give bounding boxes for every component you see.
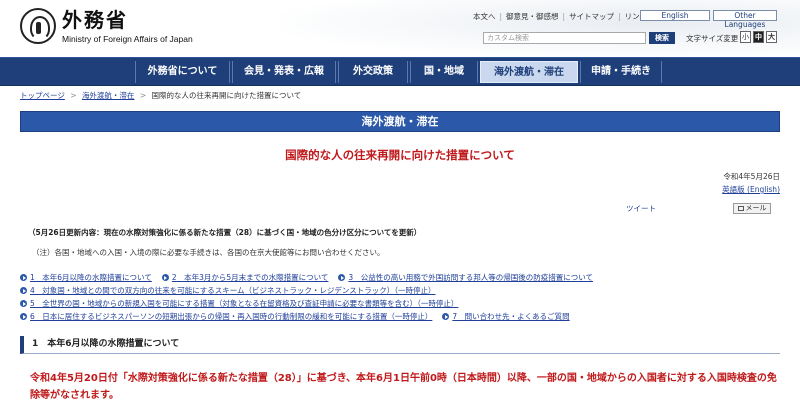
font-size-label: 文字サイズ変更 xyxy=(686,34,739,43)
english-version-link[interactable]: 英語版 (English) xyxy=(722,184,780,195)
site-logo[interactable]: 外務省 Ministry of Foreign Affairs of Japan xyxy=(20,8,193,44)
toc-link[interactable]: 7 問い合わせ先・よくあるご質問 xyxy=(442,311,570,322)
arrow-bullet-icon xyxy=(161,274,169,281)
toc-row: 5 全世界の国・地域からの新規入国を可能にする措置（対象となる在留資格及び査証申… xyxy=(20,298,468,309)
nav-countries-regions[interactable]: 国・地域 xyxy=(410,61,478,83)
mail-button[interactable]: メール xyxy=(733,203,771,214)
arrow-bullet-icon xyxy=(20,287,27,294)
nav-about-mofa[interactable]: 外務省について xyxy=(135,61,230,83)
publish-date: 令和4年5月26日 xyxy=(723,172,780,181)
breadcrumb-current: 国際的な人の往来再開に向けた措置について xyxy=(151,91,302,100)
update-note: （5月26日更新内容：現在の水際対策強化に係る新たな措置（28）に基づく国・地域… xyxy=(28,228,422,237)
breadcrumb-home-link[interactable]: トップページ xyxy=(20,91,65,100)
nav-foreign-policy[interactable]: 外交政策 xyxy=(338,61,408,83)
skip-to-content-link[interactable]: 本文へ xyxy=(473,11,496,22)
font-size-large-button[interactable]: 大 xyxy=(766,31,777,43)
arrow-bullet-icon xyxy=(20,274,27,281)
tweet-button[interactable]: ツイート xyxy=(626,203,656,214)
breadcrumb-section-link[interactable]: 海外渡航・滞在 xyxy=(82,91,135,100)
envelope-icon xyxy=(737,205,744,211)
arrow-bullet-icon xyxy=(442,313,450,320)
page-title: 国際的な人の往来再開に向けた措置について xyxy=(285,148,515,162)
section-banner: 海外渡航・滞在 xyxy=(20,111,780,132)
toc-link[interactable]: 4 対象国・地域との間での双方向の往来を可能にするスキーム（ビジネストラック・レ… xyxy=(20,285,436,296)
font-size-medium-button[interactable]: 中 xyxy=(753,31,764,43)
logo-japanese-text: 外務省 xyxy=(62,7,128,32)
feedback-link[interactable]: 御意見・御感想 xyxy=(506,11,559,22)
toc-row: 1 本年6月以降の水際措置について 2 本年3月から5月末までの水際措置について… xyxy=(20,272,603,283)
mofa-emblem-icon xyxy=(20,8,56,44)
toc-link[interactable]: 6 日本に居住するビジネスパーソンの短期出張からの帰国・再入国時の行動制限の緩和… xyxy=(20,311,432,322)
toc-row: 6 日本に居住するビジネスパーソンの短期出張からの帰国・再入国時の行動制限の緩和… xyxy=(20,311,580,322)
nav-press-releases[interactable]: 会見・発表・広報 xyxy=(232,61,336,83)
section-heading: 1 本年6月以降の水際措置について xyxy=(20,336,780,354)
search-button[interactable]: 検索 xyxy=(649,32,675,44)
nav-overseas-travel[interactable]: 海外渡航・滞在 xyxy=(480,61,578,83)
other-languages-button[interactable]: Other Languages xyxy=(713,10,777,29)
global-nav: 外務省について 会見・発表・広報 外交政策 国・地域 海外渡航・滞在 申請・手続… xyxy=(0,57,800,86)
header-world-map xyxy=(280,0,800,57)
utility-links: 本文へ | 御意見・御感想 | サイトマップ | リンク集 xyxy=(473,11,655,22)
breadcrumb: トップページ > 海外渡航・滞在 > 国際的な人の往来再開に向けた措置について xyxy=(20,91,302,100)
english-language-button[interactable]: English xyxy=(640,10,710,21)
arrow-bullet-icon xyxy=(20,300,27,307)
search-input[interactable]: カスタム検索 xyxy=(483,32,646,44)
nav-applications[interactable]: 申請・手続き xyxy=(580,61,662,83)
sitemap-link[interactable]: サイトマップ xyxy=(569,11,614,22)
toc-link[interactable]: 2 本年3月から5月末までの水際措置について xyxy=(161,272,328,283)
body-paragraph: 令和4年5月20日付「水際対策強化に係る新たな措置（28）」に基づき、本年6月1… xyxy=(30,373,777,401)
arrow-bullet-icon xyxy=(338,274,346,281)
contact-note: （注）各国・地域への入国・入境の際に必要な手続きは、各国の在京大使館等にお問い合… xyxy=(32,248,385,257)
toc-link[interactable]: 3 公益性の高い用務で外国訪問する邦人等の帰国後の防疫措置について xyxy=(338,272,593,283)
logo-english-text: Ministry of Foreign Affairs of Japan xyxy=(62,33,193,44)
font-size-small-button[interactable]: 小 xyxy=(740,31,751,43)
arrow-bullet-icon xyxy=(20,313,27,320)
site-header: 外務省 Ministry of Foreign Affairs of Japan… xyxy=(0,0,800,57)
toc-link[interactable]: 1 本年6月以降の水際措置について xyxy=(20,272,152,283)
toc-link[interactable]: 5 全世界の国・地域からの新規入国を可能にする措置（対象となる在留資格及び査証申… xyxy=(20,298,458,309)
toc-row: 4 対象国・地域との間での双方向の往来を可能にするスキーム（ビジネストラック・レ… xyxy=(20,285,446,296)
